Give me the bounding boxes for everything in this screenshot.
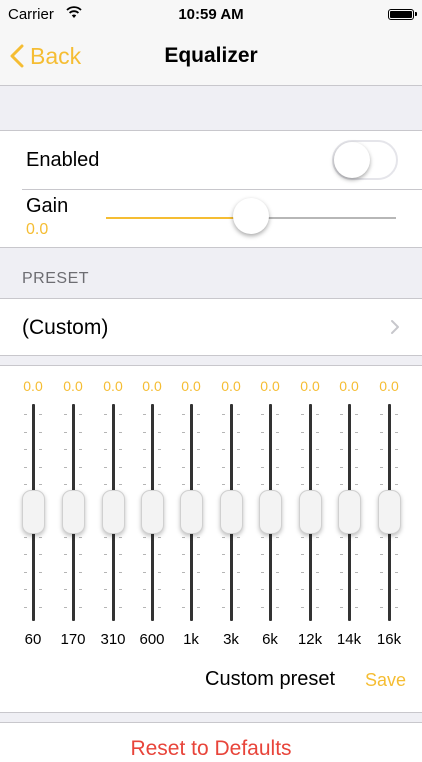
eq-band-value: 0.0 <box>181 378 201 394</box>
page-title: Equalizer <box>164 44 258 67</box>
toggle-knob <box>334 142 370 178</box>
eq-band: 0.0 6k <box>251 366 289 656</box>
eq-band-slider[interactable] <box>62 490 85 534</box>
eq-band-value: 0.0 <box>142 378 162 394</box>
eq-band: 0.0 170 <box>54 366 92 656</box>
gain-label: Gain <box>26 195 69 217</box>
save-button[interactable]: Save <box>365 670 406 691</box>
gain-slider-thumb[interactable] <box>233 198 269 234</box>
eq-band: 0.0 310 <box>94 366 132 656</box>
preset-current: (Custom) <box>22 316 109 339</box>
clock: 10:59 AM <box>178 6 244 23</box>
eq-band-slider[interactable] <box>220 490 243 534</box>
equalizer-panel: 0.0 60 0.0 170 0.0 310 0.0 600 0.0 1k 0.0 3k 0.0 6k 0.… <box>0 365 422 713</box>
eq-band-slider[interactable] <box>180 490 203 534</box>
eq-band: 0.0 16k <box>370 366 408 656</box>
eq-band-slider[interactable] <box>141 490 164 534</box>
eq-band-slider[interactable] <box>22 490 45 534</box>
eq-band-frequency: 16k <box>376 631 402 648</box>
enabled-toggle[interactable] <box>332 140 398 180</box>
gain-value: 0.0 <box>26 221 49 238</box>
eq-band: 0.0 60 <box>14 366 52 656</box>
preset-section-header: PRESET <box>22 270 90 287</box>
eq-band: 0.0 3k <box>212 366 250 656</box>
chevron-right-icon <box>391 320 399 334</box>
eq-band: 0.0 1k <box>172 366 210 656</box>
battery-icon <box>388 9 417 20</box>
settings-group: Enabled Gain 0.0 <box>0 130 422 248</box>
eq-band-value: 0.0 <box>103 378 123 394</box>
reset-label: Reset to Defaults <box>130 737 292 760</box>
custom-preset-label: Custom preset <box>205 668 336 690</box>
enabled-label: Enabled <box>26 149 100 171</box>
reset-to-defaults-button[interactable]: Reset to Defaults <box>0 722 422 762</box>
eq-band: 0.0 600 <box>133 366 171 656</box>
preset-selector[interactable]: (Custom) <box>0 298 422 356</box>
eq-band-value: 0.0 <box>339 378 359 394</box>
eq-band-value: 0.0 <box>221 378 241 394</box>
eq-band-slider[interactable] <box>102 490 125 534</box>
eq-band-value: 0.0 <box>300 378 320 394</box>
eq-band-slider[interactable] <box>338 490 361 534</box>
gain-slider-fill <box>106 217 251 219</box>
eq-band-slider[interactable] <box>378 490 401 534</box>
eq-band: 0.0 12k <box>291 366 329 656</box>
eq-band-value: 0.0 <box>23 378 43 394</box>
eq-band-value: 0.0 <box>379 378 399 394</box>
row-separator <box>22 189 422 190</box>
navigation-bar: Back Equalizer <box>0 30 422 86</box>
eq-band-value: 0.0 <box>63 378 83 394</box>
eq-band-slider[interactable] <box>259 490 282 534</box>
eq-band-value: 0.0 <box>260 378 280 394</box>
eq-band: 0.0 14k <box>330 366 368 656</box>
eq-band-slider[interactable] <box>299 490 322 534</box>
status-bar: Carrier 10:59 AM <box>0 0 422 30</box>
